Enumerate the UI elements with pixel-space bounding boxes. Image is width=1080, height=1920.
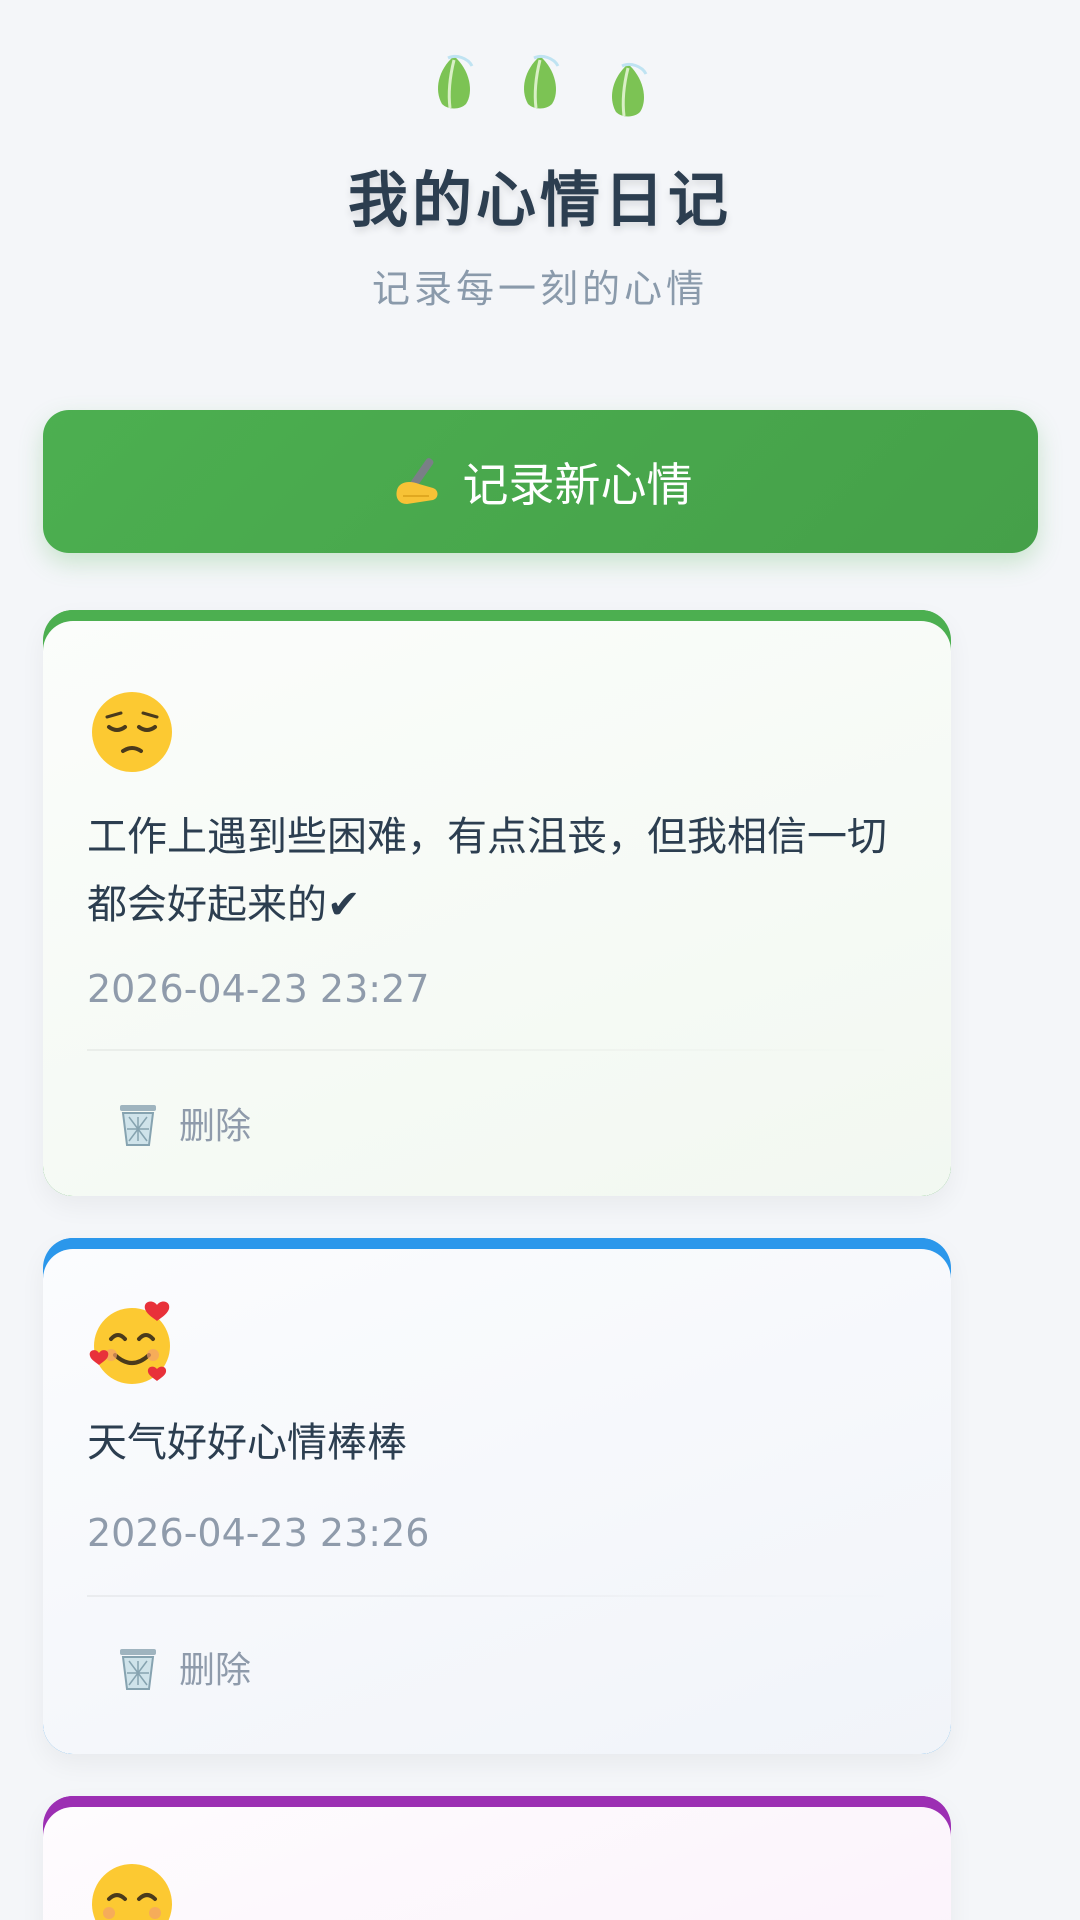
mood-date: 2026-04-23 23:26 bbox=[87, 1511, 430, 1555]
leaf-decoration bbox=[0, 48, 1080, 118]
trash-icon bbox=[120, 1105, 156, 1146]
pensive-face-icon bbox=[92, 692, 172, 772]
mood-card bbox=[43, 1796, 951, 1920]
card-body: 天气好好心情棒棒 2026-04-23 23:26 删除 bbox=[43, 1249, 951, 1754]
mood-card: 工作上遇到些困难，有点沮丧，但我相信一切都会好起来的✔ 2026-04-23 2… bbox=[43, 610, 951, 1196]
leaf-icon bbox=[612, 62, 648, 117]
delete-button[interactable]: 删除 bbox=[115, 1097, 251, 1149]
card-body: 工作上遇到些困难，有点沮丧，但我相信一切都会好起来的✔ 2026-04-23 2… bbox=[43, 621, 951, 1196]
mood-card: 天气好好心情棒棒 2026-04-23 23:26 删除 bbox=[43, 1238, 951, 1754]
mood-date: 2026-04-23 23:27 bbox=[87, 967, 430, 1011]
card-divider bbox=[87, 1049, 911, 1051]
card-divider bbox=[87, 1595, 911, 1597]
delete-button[interactable]: 删除 bbox=[115, 1641, 251, 1693]
delete-label: 删除 bbox=[179, 1106, 252, 1147]
add-mood-label: 记录新心情 bbox=[462, 457, 693, 512]
mood-text: 天气好好心情棒棒 bbox=[87, 1420, 407, 1466]
delete-label: 删除 bbox=[179, 1650, 252, 1691]
mood-text: 工作上遇到些困难，有点沮丧，但我相信一切都会好起来的✔ bbox=[87, 814, 887, 928]
smiling-face-icon bbox=[92, 1864, 172, 1920]
page-title: 我的心情日记 bbox=[348, 166, 732, 236]
app-screen: 我的心情日记 记录每一刻的心情 记录新心情 工作上遇到些困难，有点沮丧，但我相信… bbox=[0, 0, 1080, 1920]
add-mood-button[interactable]: 记录新心情 bbox=[43, 410, 1038, 553]
smiling-face-with-hearts-icon bbox=[89, 1301, 170, 1384]
trash-icon bbox=[120, 1649, 156, 1690]
leaf-icon bbox=[524, 54, 560, 109]
card-body bbox=[43, 1807, 951, 1920]
writing-hand-icon bbox=[395, 457, 437, 504]
leaf-icon bbox=[438, 54, 474, 109]
page-subtitle: 记录每一刻的心情 bbox=[371, 267, 708, 311]
